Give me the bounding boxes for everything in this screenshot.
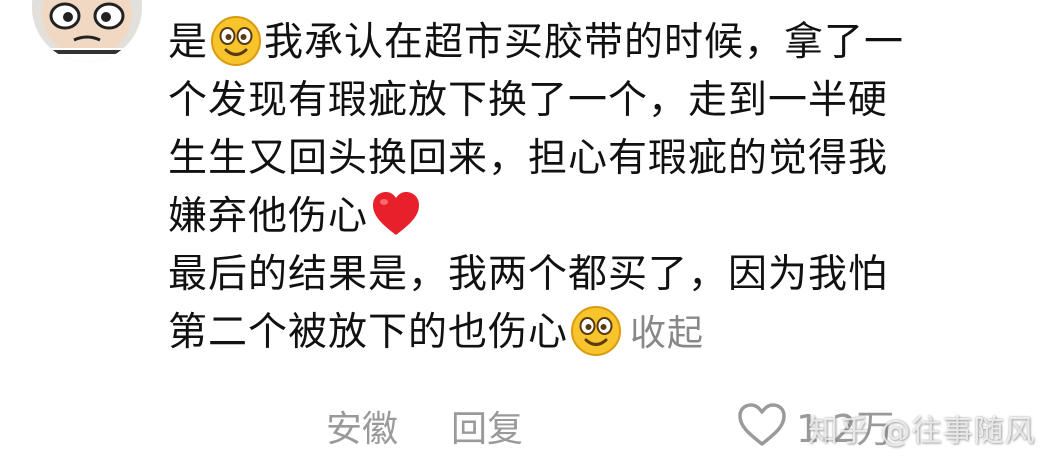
comment-text-segment: 第二个被放下的也伤心	[168, 310, 569, 355]
reply-button[interactable]: 回复	[451, 400, 523, 452]
watermark: 知乎 @往事随风	[808, 414, 1036, 449]
collapse-link[interactable]: 收起	[630, 313, 704, 354]
comment-line-1: 是 我承认在超市买胶带的时候，拿了一	[168, 14, 1028, 72]
avatar[interactable]	[32, 0, 142, 62]
comment-line-5: 最后的结果是，我两个都买了，因为我怕	[168, 252, 889, 297]
smile-emoji-icon	[571, 306, 622, 356]
smile-emoji-icon	[211, 16, 262, 66]
avatar-image	[32, 0, 142, 62]
comment-text-segment: 是	[168, 20, 209, 65]
comment-line-3: 生生又回头换回来，担心有瑕疵的觉得我	[168, 136, 889, 181]
heart-outline-icon[interactable]	[736, 402, 788, 448]
comment-text-segment: 我承认在超市买胶带的时候，拿了一	[264, 20, 905, 65]
location-label: 安徽	[326, 409, 399, 450]
red-heart-emoji-icon	[373, 192, 420, 235]
comment-text: 是 我承认在超市买胶带的时候，拿了一 个发现有瑕疵放下换了一个，走到一半硬 生生…	[168, 14, 1028, 362]
comment-line-6: 第二个被放下的也伤心 收起	[168, 304, 1028, 362]
comment-line-2: 个发现有瑕疵放下换了一个，走到一半硬	[168, 78, 889, 123]
comment-line-4: 嫌弃他伤心	[168, 188, 1028, 246]
comment-text-segment: 嫌弃他伤心	[168, 194, 369, 239]
